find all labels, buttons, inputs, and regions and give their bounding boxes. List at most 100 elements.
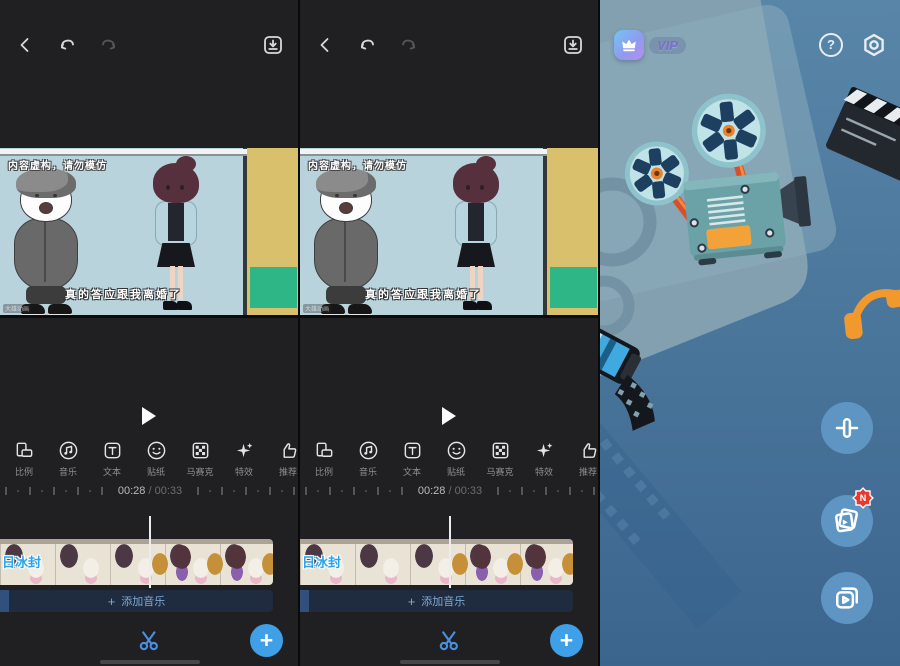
redo-icon <box>399 35 419 55</box>
tool-recommend[interactable]: 推荐 <box>566 437 600 483</box>
subtitle-text: 真的答应跟我离婚了 <box>300 286 547 302</box>
settings-button[interactable] <box>861 32 887 58</box>
add-music-label: 添加音乐 <box>421 593 465 609</box>
add-music-label: 添加音乐 <box>121 593 165 609</box>
app-root: 内容虚构，请勿模仿 真的答应跟我离婚了 大雄动画 比例 音乐 文本 贴纸 <box>0 0 900 666</box>
redo-icon <box>99 35 119 55</box>
vip-label: VIP <box>649 37 686 54</box>
chevron-left-icon <box>15 35 35 55</box>
music-icon <box>358 440 379 461</box>
text-icon <box>402 440 423 461</box>
watermark-text: 大雄动画 <box>3 304 31 313</box>
timeline-video-track[interactable]: 日冰封 <box>300 539 573 585</box>
disclaimer-text: 内容虚构，请勿模仿 <box>308 157 407 172</box>
new-badge: N <box>852 487 874 509</box>
tool-text[interactable]: 文本 <box>390 437 434 483</box>
export-icon <box>562 34 584 56</box>
tool-sticker[interactable]: 贴纸 <box>434 437 478 483</box>
film-projector-illustration <box>600 0 900 666</box>
auto-edit-button[interactable] <box>821 402 873 454</box>
tool-text[interactable]: 文本 <box>90 437 134 483</box>
tool-recommend[interactable]: 推荐 <box>266 437 300 483</box>
scene-whiteboard-edge <box>300 149 547 156</box>
tool-effects[interactable]: 特效 <box>522 437 566 483</box>
chevron-left-icon <box>315 35 335 55</box>
editor-toolbar: 比例 音乐 文本 贴纸 马赛克 特效 <box>0 437 300 483</box>
timeline-video-track[interactable]: 日冰封 <box>0 539 273 585</box>
thumbs-up-icon <box>278 440 299 461</box>
scissors-icon <box>136 626 164 654</box>
effects-sparkle-icon <box>534 440 555 461</box>
video-preview[interactable]: 内容虚构，请勿模仿 真的答应跟我离婚了 大雄动画 <box>0 148 300 318</box>
clip-title-text: 日冰封 <box>302 552 341 571</box>
music-icon <box>58 440 79 461</box>
split-button[interactable] <box>436 626 464 654</box>
play-button[interactable] <box>442 407 456 425</box>
clip-title-text: 日冰封 <box>2 552 41 571</box>
tool-ratio[interactable]: 比例 <box>2 437 46 483</box>
watermark-text: 大雄动画 <box>303 304 331 313</box>
playhead[interactable] <box>149 516 151 588</box>
undo-icon <box>57 35 77 55</box>
tool-mosaic[interactable]: 马赛克 <box>178 437 222 483</box>
export-button[interactable] <box>561 33 585 57</box>
video-cards-icon <box>832 506 862 536</box>
sticker-icon <box>446 440 467 461</box>
redo-button[interactable] <box>397 33 421 57</box>
tool-music[interactable]: 音乐 <box>346 437 390 483</box>
tool-effects[interactable]: 特效 <box>222 437 266 483</box>
undo-icon <box>357 35 377 55</box>
subtitle-text: 真的答应跟我离婚了 <box>0 286 247 302</box>
time-display: 00:28 / 00:33 <box>409 481 491 501</box>
sticker-icon <box>146 440 167 461</box>
aspect-ratio-icon <box>314 440 335 461</box>
help-button[interactable]: ? <box>819 33 843 57</box>
editor-screen: 内容虚构，请勿模仿 真的答应跟我离婚了 大雄动画 比例 音乐 文本 贴纸 <box>300 0 600 666</box>
add-clip-button[interactable]: + <box>550 624 583 657</box>
split-button[interactable] <box>136 626 164 654</box>
back-button[interactable] <box>13 33 37 57</box>
undo-button[interactable] <box>55 33 79 57</box>
add-music-track[interactable]: + 添加音乐 <box>300 590 573 612</box>
text-icon <box>102 440 123 461</box>
editor-topbar <box>0 30 298 60</box>
editor-screen: 内容虚构，请勿模仿 真的答应跟我离婚了 大雄动画 比例 音乐 文本 贴纸 <box>0 0 300 666</box>
tool-ratio[interactable]: 比例 <box>302 437 346 483</box>
editor-toolbar: 比例 音乐 文本 贴纸 马赛克 特效 <box>300 437 600 483</box>
tool-mosaic[interactable]: 马赛克 <box>478 437 522 483</box>
mosaic-icon <box>490 440 511 461</box>
redo-button[interactable] <box>97 33 121 57</box>
add-clip-button[interactable]: + <box>250 624 283 657</box>
home-indicator <box>100 660 200 664</box>
promo-panel: VIP ? N <box>600 0 900 666</box>
thumbs-up-icon <box>578 440 599 461</box>
export-icon <box>262 34 284 56</box>
materials-button[interactable] <box>821 572 873 624</box>
play-button[interactable] <box>142 407 156 425</box>
home-indicator <box>400 660 500 664</box>
effects-sparkle-icon <box>234 440 255 461</box>
editor-bottombar: + <box>300 624 600 660</box>
timeline-ruler[interactable]: 00:28 / 00:33 <box>300 481 600 501</box>
aspect-ratio-icon <box>14 440 35 461</box>
disclaimer-text: 内容虚构，请勿模仿 <box>8 157 107 172</box>
mosaic-icon <box>190 440 211 461</box>
scene-green-panel <box>250 267 297 308</box>
tool-music[interactable]: 音乐 <box>46 437 90 483</box>
back-button[interactable] <box>313 33 337 57</box>
plus-icon: + <box>408 594 416 609</box>
add-music-track[interactable]: + 添加音乐 <box>0 590 273 612</box>
gear-icon <box>861 32 887 58</box>
vip-badge[interactable]: VIP <box>614 30 686 60</box>
editor-topbar <box>300 30 598 60</box>
plus-icon: + <box>108 594 116 609</box>
splice-icon <box>832 413 862 443</box>
time-display: 00:28 / 00:33 <box>109 481 191 501</box>
video-preview[interactable]: 内容虚构，请勿模仿 真的答应跟我离婚了 大雄动画 <box>300 148 600 318</box>
media-stack-icon <box>832 583 862 613</box>
playhead[interactable] <box>449 516 451 588</box>
undo-button[interactable] <box>355 33 379 57</box>
tool-sticker[interactable]: 贴纸 <box>134 437 178 483</box>
timeline-ruler[interactable]: 00:28 / 00:33 <box>0 481 300 501</box>
export-button[interactable] <box>261 33 285 57</box>
